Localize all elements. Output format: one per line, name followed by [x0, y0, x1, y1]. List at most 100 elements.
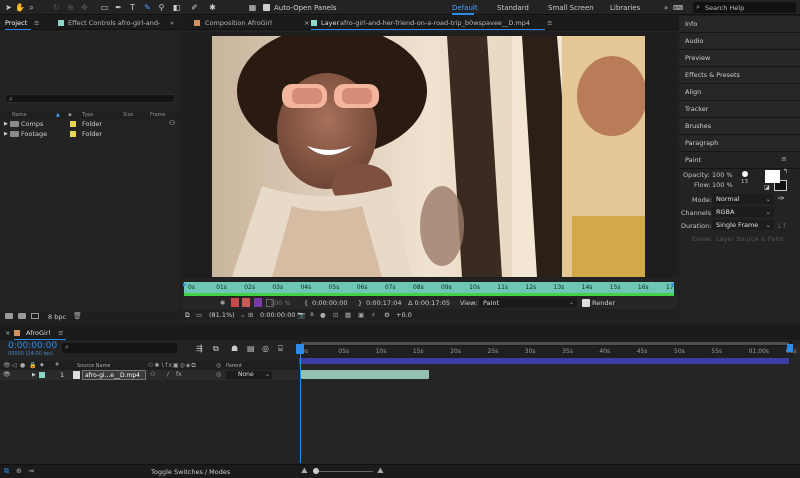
- paint-opacity-value[interactable]: 100 %: [712, 171, 733, 179]
- zoom-tool-icon[interactable]: ⌕: [27, 3, 36, 12]
- shy-switch-icon[interactable]: ⚇: [150, 371, 155, 378]
- view-dropdown[interactable]: Paint ⌄: [479, 298, 577, 308]
- channel-alpha-toggle[interactable]: [254, 298, 262, 307]
- section-brushes[interactable]: Brushes: [679, 118, 800, 135]
- eyedropper-icon[interactable]: ✑: [778, 194, 785, 203]
- expand-arrow-icon[interactable]: ▶: [4, 121, 8, 127]
- fast-preview-icon[interactable]: ⚡: [371, 311, 376, 319]
- render-checkbox[interactable]: [582, 299, 590, 307]
- expand-arrow-icon[interactable]: ▶: [32, 372, 36, 378]
- current-time-indicator[interactable]: [300, 346, 301, 463]
- tab-timeline-afrogirl[interactable]: AfroGirl: [26, 329, 50, 337]
- motion-blur-icon[interactable]: ◎: [262, 344, 269, 353]
- new-folder-icon[interactable]: [18, 313, 26, 319]
- col-type[interactable]: Type: [82, 112, 93, 118]
- workspace-libraries[interactable]: Libraries: [610, 4, 640, 12]
- modes-pane-icon[interactable]: ⊕: [16, 467, 22, 475]
- pen-tool-icon[interactable]: ✒: [114, 3, 123, 12]
- section-paint[interactable]: Paint ≡: [679, 152, 800, 169]
- label-color-swatch[interactable]: [70, 121, 76, 127]
- frame-blending-icon[interactable]: ▤: [247, 344, 255, 353]
- paint-channels-dropdown[interactable]: RGBA ⌄: [712, 207, 774, 217]
- work-area-end-handle[interactable]: [787, 344, 793, 352]
- panel-menu-icon[interactable]: ≡: [781, 155, 787, 163]
- label-column-icon[interactable]: ◆: [68, 112, 72, 118]
- section-tracker[interactable]: Tracker: [679, 101, 800, 118]
- hand-tool-icon[interactable]: ✋: [15, 3, 25, 12]
- brush-tool-icon[interactable]: ✎: [143, 3, 152, 12]
- workspace-menu-icon[interactable]: »: [664, 4, 668, 12]
- zoom-slider-track[interactable]: [313, 471, 373, 472]
- col-name[interactable]: Name: [12, 112, 27, 118]
- timeline-ruler[interactable]: 0s 05s 10s 15s 20s 25s 30s 35s 40s 45s 50s 55s 01:00…: [299, 346, 797, 358]
- exposure-reset-icon[interactable]: ⚙: [384, 311, 390, 319]
- local-axis-icon[interactable]: ▦: [248, 3, 257, 12]
- display-icon[interactable]: ▭: [196, 311, 202, 319]
- camera-tool-icon[interactable]: ⊕: [66, 3, 75, 12]
- type-tool-icon[interactable]: T: [128, 3, 137, 12]
- set-in-icon[interactable]: {: [304, 299, 308, 307]
- panel-menu-icon[interactable]: ≡: [58, 329, 63, 337]
- effects-switch-icon[interactable]: fx: [176, 371, 182, 378]
- section-effects-presets[interactable]: Effects & Presets: [679, 67, 800, 84]
- grid-icon[interactable]: ⊞: [248, 311, 253, 319]
- timeline-layer-row[interactable]: 👁 ▶ 1 afro-gi...e__D.mp4 ⚇ ∕ fx None ⌄ ◎: [0, 370, 298, 380]
- tab-effect-controls[interactable]: Effect Controls afro-girl-and-: [68, 19, 160, 27]
- transparency-grid-icon[interactable]: ▦: [345, 311, 351, 319]
- draft-3d-icon[interactable]: ⧉: [213, 344, 219, 354]
- parent-dropdown[interactable]: None ⌄: [226, 371, 272, 379]
- sync-settings-icon[interactable]: ⌨: [673, 4, 683, 12]
- eraser-tool-icon[interactable]: ◧: [172, 3, 181, 12]
- interpret-footage-icon[interactable]: [5, 313, 13, 319]
- in-time[interactable]: 0:00:00:00: [312, 299, 348, 307]
- layer-label-color[interactable]: [39, 372, 45, 378]
- roto-brush-tool-icon[interactable]: ✐: [190, 3, 199, 12]
- col-size[interactable]: Size: [123, 112, 133, 118]
- close-tab-icon[interactable]: ×: [304, 19, 309, 27]
- zoom-in-icon[interactable]: ⛰: [377, 466, 384, 476]
- auto-open-checkbox[interactable]: [263, 4, 270, 11]
- section-audio[interactable]: Audio: [679, 33, 800, 50]
- sort-icon[interactable]: ▲: [56, 112, 60, 118]
- workspace-standard[interactable]: Standard: [497, 4, 529, 12]
- foreground-color-swatch[interactable]: [765, 170, 780, 183]
- in-point-marker-icon[interactable]: ▶: [183, 282, 187, 288]
- shy-layers-icon[interactable]: ☗: [231, 344, 238, 353]
- panel-menu-icon[interactable]: ≡: [34, 19, 39, 27]
- out-time[interactable]: 0:00:17:04: [366, 299, 402, 307]
- brush-tip-preview[interactable]: [742, 171, 748, 177]
- composition-mini-flowchart-icon[interactable]: ⇶: [196, 344, 203, 353]
- col-source-name[interactable]: Source Name: [77, 363, 111, 369]
- pickwhip-icon[interactable]: ◎: [216, 371, 221, 378]
- show-snapshot-icon[interactable]: ⚘: [309, 311, 315, 319]
- channel-green-toggle[interactable]: [242, 298, 250, 307]
- panel-menu-icon[interactable]: ≡: [547, 19, 552, 27]
- layer-visibility-icon[interactable]: 👁: [3, 371, 11, 378]
- zoom-level[interactable]: (81.1%): [209, 311, 235, 319]
- viewer-current-time[interactable]: 0:00:00:00: [260, 311, 296, 319]
- selection-tool-icon[interactable]: ➤: [4, 3, 13, 12]
- search-help-input[interactable]: Search Help: [705, 4, 744, 12]
- region-of-interest-icon[interactable]: ⊡: [333, 311, 338, 319]
- layer-switches-pane-icon[interactable]: ⧉: [4, 467, 9, 476]
- trash-icon[interactable]: 🗑: [73, 312, 82, 320]
- workspace-small-screen[interactable]: Small Screen: [548, 4, 594, 12]
- channel-icon[interactable]: ●: [320, 311, 326, 319]
- snapshot-icon[interactable]: 📷: [297, 311, 305, 319]
- section-paragraph[interactable]: Paragraph: [679, 135, 800, 152]
- toggle-switches-modes[interactable]: Toggle Switches / Modes: [151, 468, 230, 476]
- section-preview[interactable]: Preview: [679, 50, 800, 67]
- project-row-footage[interactable]: ▶ Footage Folder: [0, 129, 180, 140]
- search-help-box[interactable]: ⌕ Search Help: [693, 2, 796, 13]
- layer-duration-bar[interactable]: [301, 370, 429, 379]
- timeline-current-time[interactable]: 0:00:00:00: [8, 341, 57, 351]
- always-preview-icon[interactable]: ⧉: [185, 311, 190, 320]
- mask-visibility-icon[interactable]: ▣: [358, 311, 364, 319]
- tab-composition[interactable]: Composition AfroGirl: [205, 19, 272, 27]
- time-navigator-bar[interactable]: [301, 342, 789, 345]
- panel-overflow-icon[interactable]: »: [170, 19, 174, 27]
- pin-icon[interactable]: ✱: [220, 299, 225, 307]
- zoom-out-icon[interactable]: ⛰: [301, 466, 308, 476]
- col-frame[interactable]: Frame: [150, 112, 166, 118]
- work-area-bar[interactable]: [299, 358, 789, 364]
